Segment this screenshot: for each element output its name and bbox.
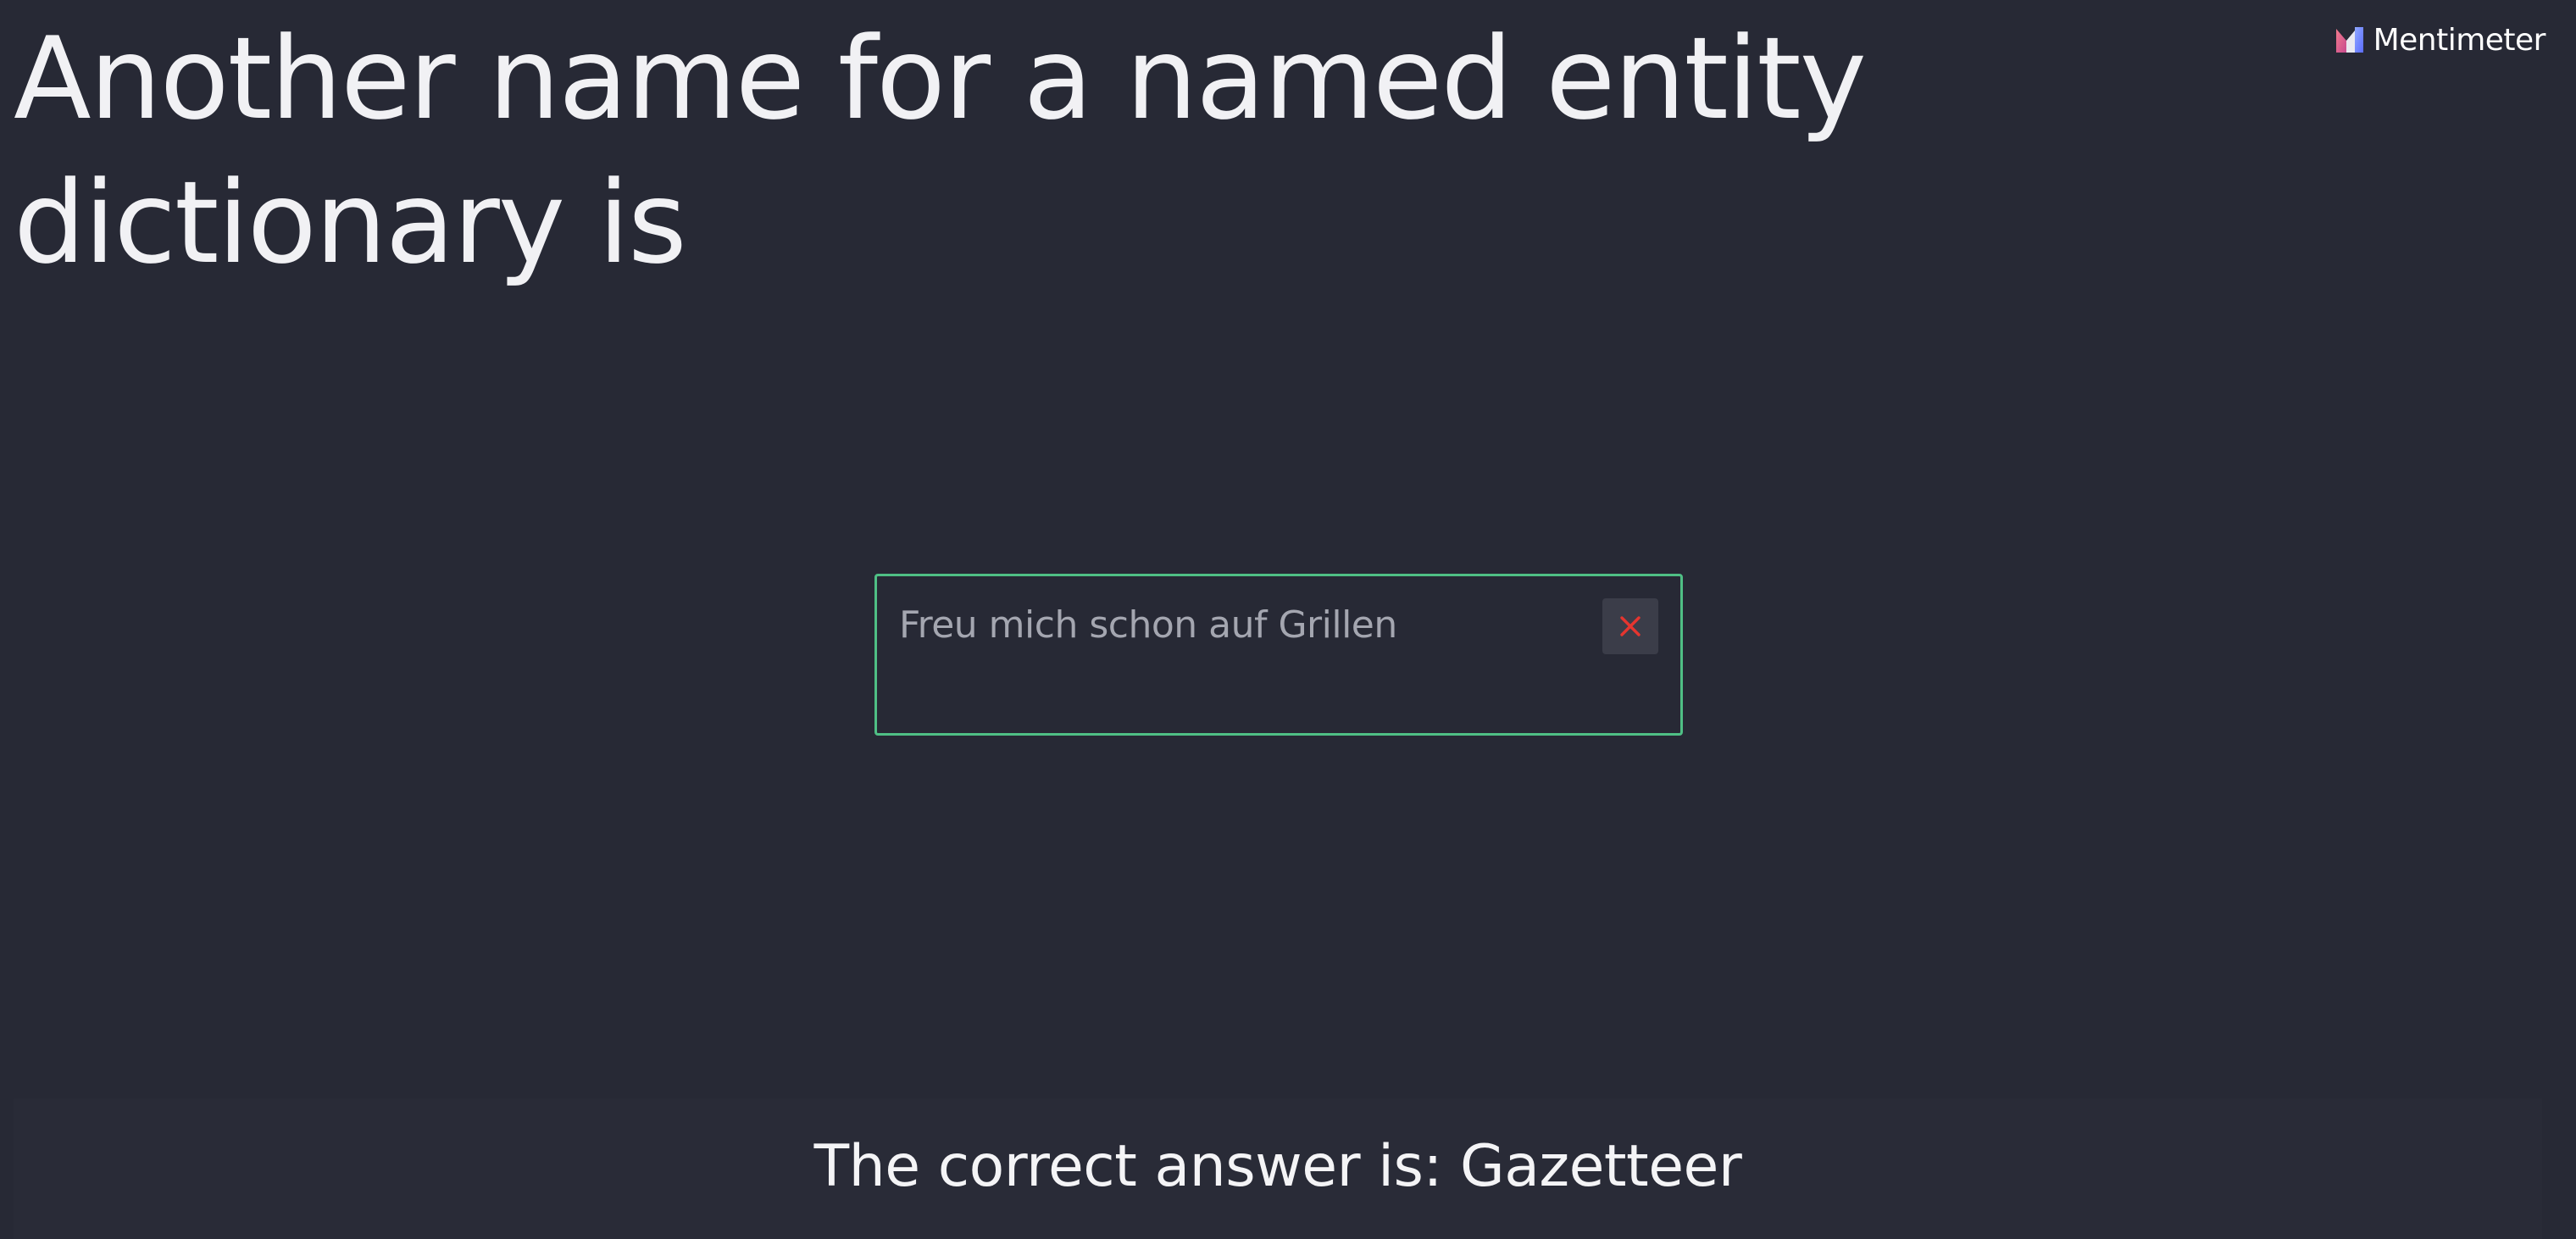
brand-logo: Mentimeter [2334, 20, 2546, 59]
incorrect-badge [1602, 598, 1658, 654]
correct-answer-text: The correct answer is: Gazetteer [813, 1133, 1742, 1200]
close-icon [1620, 616, 1641, 636]
answer-card: Freu mich schon auf Grillen [874, 574, 1683, 736]
question-title: Another name for a named entity dictiona… [14, 13, 1867, 289]
result-bar: The correct answer is: Gazetteer [14, 1098, 2542, 1239]
submitted-answer: Freu mich schon auf Grillen [899, 603, 1397, 647]
brand-name: Mentimeter [2373, 22, 2546, 58]
mentimeter-logo-icon [2335, 27, 2363, 53]
